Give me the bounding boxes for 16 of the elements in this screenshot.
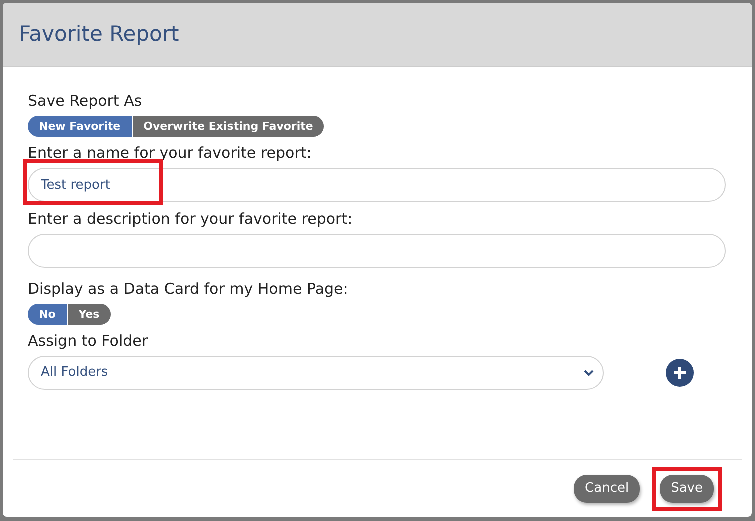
field-label: Enter a description for your favorite report: bbox=[28, 209, 354, 229]
save-button[interactable]: Save bbox=[660, 475, 714, 502]
cancel-button[interactable]: Cancel bbox=[574, 475, 640, 502]
toggle-option[interactable]: Overwrite Existing Favorite bbox=[132, 116, 324, 137]
toggle-option[interactable]: New Favorite bbox=[28, 116, 132, 137]
field-label: Save Report As bbox=[28, 91, 144, 111]
description-field[interactable] bbox=[28, 234, 726, 268]
toggle-option[interactable]: Yes bbox=[66, 304, 111, 325]
field-label: Display as a Data Card for my Home Page: bbox=[28, 279, 350, 299]
add-icon[interactable] bbox=[666, 359, 694, 387]
name-field[interactable]: Test report bbox=[28, 168, 726, 202]
field-label: Assign to Folder bbox=[28, 331, 150, 351]
dialog-title: Favorite Report bbox=[19, 22, 180, 48]
folder-dropdown[interactable]: All Folders bbox=[28, 356, 604, 390]
toggle-option[interactable]: No bbox=[28, 304, 67, 325]
field-label: Enter a name for your favorite report: bbox=[28, 143, 313, 163]
